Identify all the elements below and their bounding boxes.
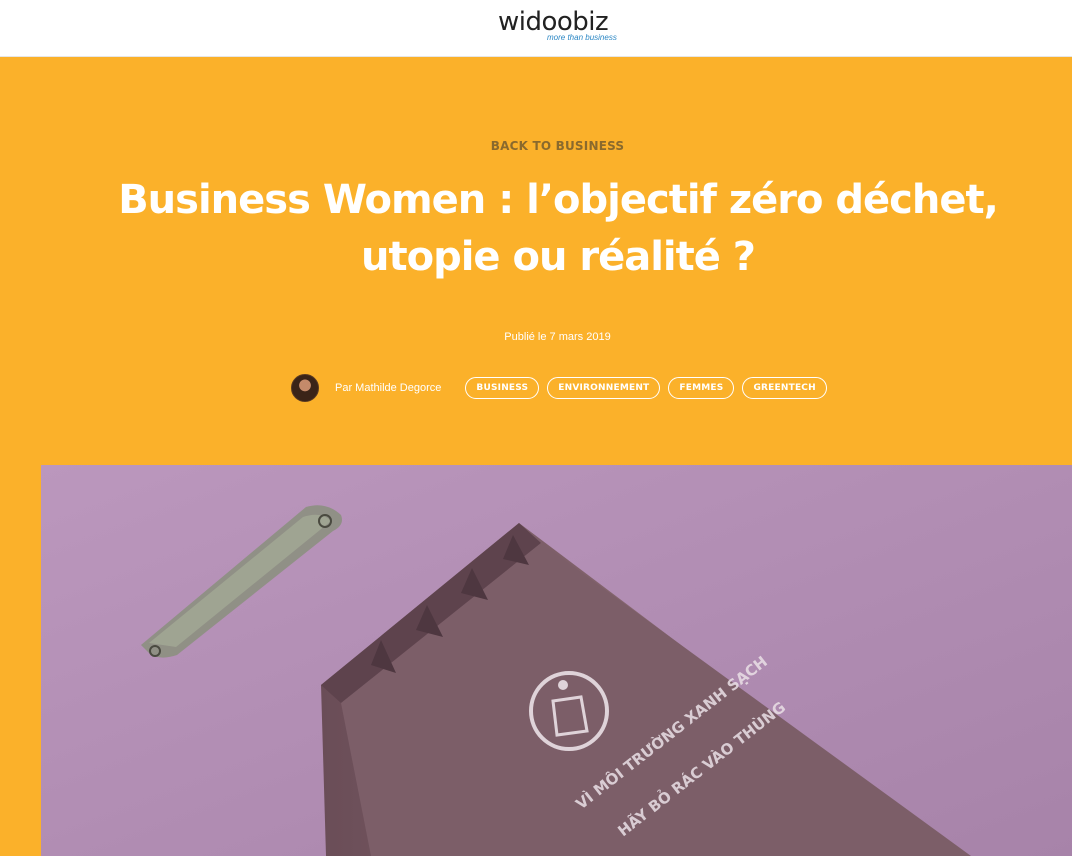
logo-tagline: more than business bbox=[547, 33, 617, 42]
article-meta: Par Mathilde Degorce BUSINESS ENVIRONNEM… bbox=[291, 373, 835, 403]
tag-greentech[interactable]: GREENTECH bbox=[742, 377, 827, 399]
tag-business[interactable]: BUSINESS bbox=[465, 377, 540, 399]
title-line-1: Business Women : l’objectif zéro déchet, bbox=[118, 177, 999, 223]
tag-list: BUSINESS ENVIRONNEMENT FEMMES GREENTECH bbox=[465, 377, 834, 399]
category-link[interactable]: BACK TO BUSINESS bbox=[0, 139, 1072, 153]
tag-environnement[interactable]: ENVIRONNEMENT bbox=[547, 377, 661, 399]
author-avatar[interactable] bbox=[291, 374, 319, 402]
article-hero: BACK TO BUSINESS Business Women : l’obje… bbox=[0, 57, 1072, 465]
trash-bin-illustration: VÌ MÔI TRƯỜNG XANH SẠCH HÃY BỎ RÁC VÀO T… bbox=[41, 465, 1072, 856]
site-header: widoobiz more than business bbox=[0, 0, 1072, 57]
article-title: Business Women : l’objectif zéro déchet,… bbox=[60, 172, 1056, 286]
title-line-2: utopie ou réalité ? bbox=[360, 234, 756, 280]
site-logo[interactable]: widoobiz more than business bbox=[498, 6, 628, 46]
article-hero-image: VÌ MÔI TRƯỜNG XANH SẠCH HÃY BỎ RÁC VÀO T… bbox=[41, 465, 1072, 856]
author-link[interactable]: Par Mathilde Degorce bbox=[335, 382, 441, 394]
publish-date: Publié le 7 mars 2019 bbox=[504, 331, 611, 343]
tag-femmes[interactable]: FEMMES bbox=[668, 377, 735, 399]
